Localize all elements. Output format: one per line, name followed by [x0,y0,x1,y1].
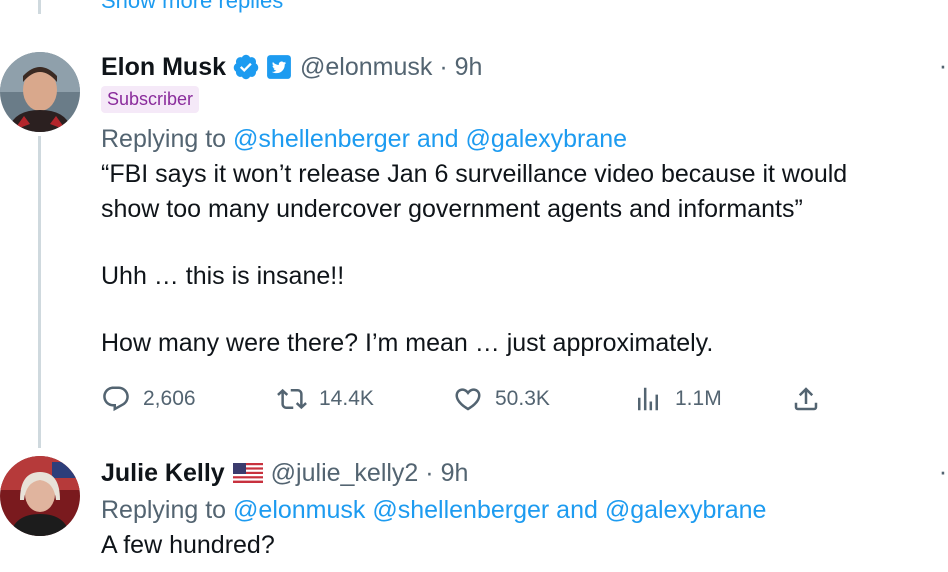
retweet-icon [277,388,307,410]
replying-to: Replying to @shellenberger and @galexybr… [101,123,908,155]
views-icon [638,387,658,411]
avatar[interactable] [0,456,80,536]
verified-badge-icon[interactable] [232,53,260,81]
share-icon [794,387,818,411]
tweet-timestamp[interactable]: 9h [455,53,483,81]
reply-count: 2,606 [143,387,196,410]
author-handle-time[interactable]: @elonmusk · 9h [300,52,482,82]
more-icon[interactable]: ·· [939,456,948,487]
author-handle[interactable]: @julie_kelly2 [271,459,419,487]
tweet-text: “FBI says it won’t release Jan 6 surveil… [101,157,908,361]
share-button[interactable] [791,384,833,414]
tweet-text-line: “FBI says it won’t release Jan 6 surveil… [101,160,848,188]
views-button[interactable]: 1.1M [633,384,722,414]
tweet-text-line: How many were there? I’m mean … just app… [101,329,714,357]
twitter-square-icon [267,55,291,79]
tweet-text-line: Uhh … this is insane!! [101,262,345,290]
tweet-actions: 2,606 14.4K 50.3K 1.1M [101,384,841,418]
author-handle-time[interactable]: @julie_kelly2 · 9h [271,458,469,488]
tweet-julie-kelly[interactable]: Julie Kelly @julie_kelly2 · 9h Replying … [0,448,948,572]
author-name[interactable]: Julie Kelly [101,458,225,488]
more-icon[interactable]: ·· [939,50,948,81]
views-count: 1.1M [675,387,722,410]
replying-mentions[interactable]: @shellenberger and @galexybrane [233,125,627,153]
replying-prefix: Replying to [101,496,227,524]
tweet-header: Julie Kelly @julie_kelly2 · 9h [101,458,908,488]
replying-to: Replying to @elonmusk @shellenberger and… [101,494,908,526]
retweet-button[interactable]: 14.4K [277,384,374,414]
tweet-text-line: A few hundred? [101,531,275,559]
avatar[interactable] [0,52,80,132]
like-icon [455,388,481,411]
subscriber-badge: Subscriber [101,86,200,113]
us-flag-icon [232,463,263,483]
like-button[interactable]: 50.3K [453,384,550,414]
tweet-content: Julie Kelly @julie_kelly2 · 9h Replying … [101,458,908,563]
reply-button[interactable]: 2,606 [101,384,196,414]
tweet-text: A few hundred? [101,528,908,563]
tweet-timestamp[interactable]: 9h [441,459,469,487]
reply-icon [103,386,129,412]
replying-mentions[interactable]: @elonmusk @shellenberger and @galexybran… [233,496,766,524]
tweet-header: Elon Musk @elonmusk · 9h [101,52,908,82]
retweet-count: 14.4K [319,387,374,410]
tweet-text-line: show too many undercover government agen… [101,195,803,223]
author-name[interactable]: Elon Musk [101,52,226,82]
tweet-content: Elon Musk @elonmusk · 9h Subscriber Repl… [101,52,908,361]
replying-prefix: Replying to [101,125,227,153]
author-handle[interactable]: @elonmusk [300,53,432,81]
tweet-elon-musk[interactable]: Elon Musk @elonmusk · 9h Subscriber Repl… [0,0,948,440]
like-count: 50.3K [495,387,550,410]
